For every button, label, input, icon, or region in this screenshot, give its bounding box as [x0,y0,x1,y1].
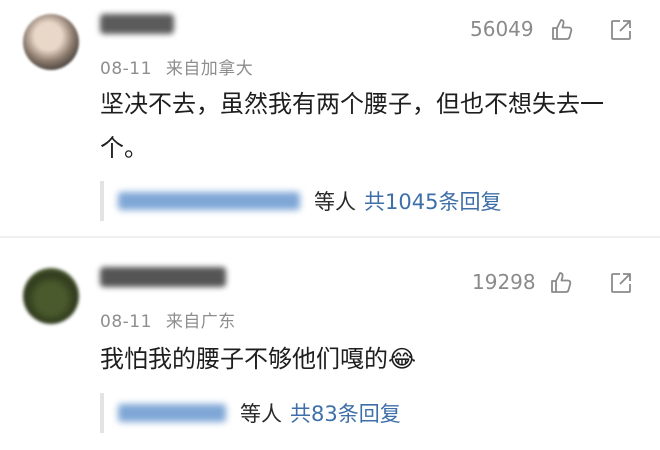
replier-names-blurred [118,404,226,422]
comment-location: 来自广东 [165,312,236,332]
replier-names-blurred [118,192,300,210]
comment-date: 08-11 [100,59,152,79]
comment-date: 08-11 [100,312,152,332]
avatar[interactable] [23,14,79,70]
comment-text: 坚决不去，虽然我有两个腰子，但也不想失去一个。 [100,90,604,162]
comment-card: 08-11 来自加拿大 56049 坚决不去，虽然我有两个腰子，但也不想失去一个… [0,0,660,235]
comment-card: 08-11 来自广东 19298 我怕我的腰子不够他们嘎的😂 等人 共83条回复 [0,240,660,450]
divider [0,236,660,238]
thumbs-up-icon[interactable] [550,18,574,42]
comment-text: 我怕我的腰子不够他们嘎的😂 [100,345,417,373]
replies-link[interactable]: 等人 共1045条回复 [100,181,501,221]
replies-link[interactable]: 等人 共83条回复 [100,393,401,433]
replies-by: 等人 [314,190,356,214]
comment-meta: 08-11 来自加拿大 [100,54,261,79]
username-blurred[interactable] [100,14,174,34]
replies-by: 等人 [240,402,282,426]
username-blurred[interactable] [100,267,226,287]
replies-count[interactable]: 共1045条回复 [364,186,501,216]
share-icon[interactable] [609,18,633,42]
avatar[interactable] [23,268,79,324]
replies-count[interactable]: 共83条回复 [290,398,401,428]
thumbs-up-icon[interactable] [549,271,573,295]
comment-meta: 08-11 来自广东 [100,307,244,332]
comment-location: 来自加拿大 [165,59,254,79]
share-icon[interactable] [609,271,633,295]
like-count: 56049 [470,17,534,41]
like-count: 19298 [472,270,536,294]
